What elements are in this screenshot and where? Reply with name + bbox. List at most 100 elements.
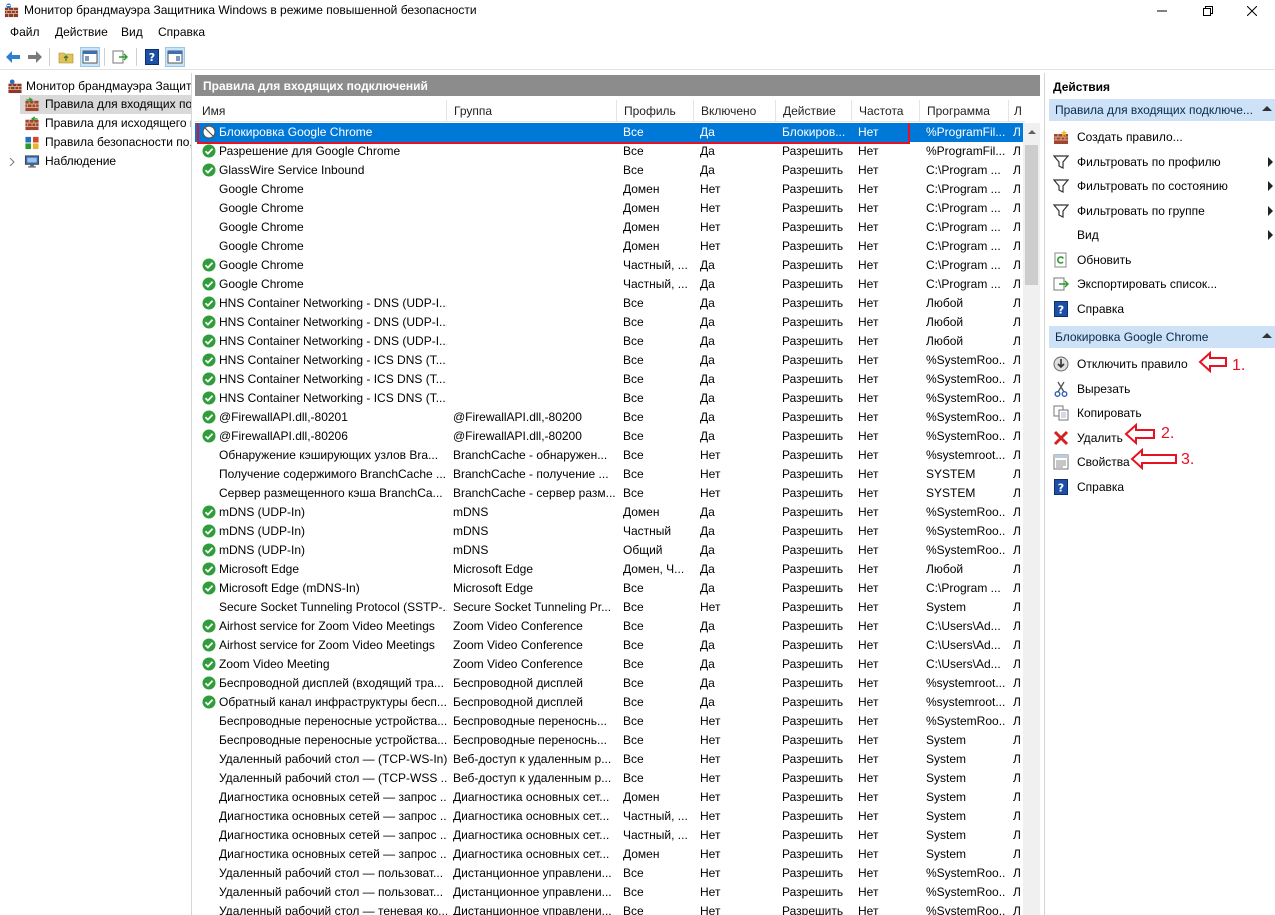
table-row[interactable]: Google Chrome Домен Нет Разрешить Нет C:\Prog…: [195, 180, 1025, 199]
table-row[interactable]: Google Chrome Домен Нет Разрешить Нет C:\Prog…: [195, 237, 1025, 256]
help-action[interactable]: ? Справка: [1049, 475, 1275, 499]
table-row[interactable]: Сервер размещенного кэша BranchCa... Bran…: [195, 484, 1025, 503]
table-row[interactable]: HNS Container Networking - ICS DNS (T...…: [195, 370, 1025, 389]
close-button[interactable]: [1229, 0, 1275, 22]
column-frequency[interactable]: Частота: [852, 100, 920, 122]
table-row[interactable]: Обнаружение кэширующих узлов Bra... Branc…: [195, 446, 1025, 465]
table-row[interactable]: Блокировка Google Chrome Все Да Блокиров...…: [195, 123, 1025, 144]
table-row[interactable]: Беспроводной дисплей (входящий тра... Бес…: [195, 674, 1025, 693]
table-row[interactable]: Диагностика основных сетей — запрос ... Д…: [195, 788, 1025, 807]
menu-help[interactable]: Справка: [158, 25, 205, 39]
table-row[interactable]: Secure Socket Tunneling Protocol (SSTP-.…: [195, 598, 1025, 617]
menu-action[interactable]: Действие: [55, 25, 108, 39]
column-action[interactable]: Действие: [776, 100, 852, 122]
minimize-button[interactable]: [1139, 0, 1185, 22]
up-folder-button[interactable]: [56, 47, 76, 67]
table-row[interactable]: Zoom Video Meeting Zoom Video Conference В…: [195, 655, 1025, 674]
new-rule-action[interactable]: Создать правило...: [1049, 125, 1275, 149]
table-row[interactable]: Диагностика основных сетей — запрос ... Д…: [195, 807, 1025, 826]
table-row[interactable]: Microsoft Edge (mDNS-In) Microsoft Edge Вс…: [195, 579, 1025, 598]
view-action[interactable]: Вид: [1049, 223, 1275, 247]
scroll-up-button[interactable]: [1023, 123, 1040, 140]
delete-icon: [1053, 430, 1069, 445]
cell-enabled: Да: [700, 619, 715, 633]
menu-view[interactable]: Вид: [121, 25, 143, 39]
column-profile[interactable]: Профиль: [617, 100, 694, 122]
table-row[interactable]: HNS Container Networking - DNS (UDP-I...…: [195, 294, 1025, 313]
table-row[interactable]: @FirewallAPI.dll,-80206 @FirewallAPI.dll,…: [195, 427, 1025, 446]
tree-item-monitoring[interactable]: Наблюдение: [0, 152, 191, 171]
rules-table: Блокировка Google Chrome Все Да Блокиров...…: [195, 123, 1025, 915]
table-row[interactable]: Airhost service for Zoom Video Meetings Z…: [195, 617, 1025, 636]
show-hide-action-pane-button[interactable]: [165, 47, 185, 67]
table-row[interactable]: Airhost service for Zoom Video Meetings Z…: [195, 636, 1025, 655]
table-row[interactable]: Получение содержимого BranchCache ... Bra…: [195, 465, 1025, 484]
collapse-caret-icon[interactable]: [1262, 332, 1272, 338]
table-row[interactable]: @FirewallAPI.dll,-80201 @FirewallAPI.dll,…: [195, 408, 1025, 427]
table-row[interactable]: mDNS (UDP-In) mDNS Частный Да Разрешить Нет %S…: [195, 522, 1025, 541]
column-name[interactable]: Имя: [195, 100, 447, 122]
actions-section-header[interactable]: Блокировка Google Chrome: [1049, 326, 1275, 348]
copy-action[interactable]: Копировать: [1049, 401, 1275, 425]
refresh-action[interactable]: Обновить: [1049, 248, 1275, 272]
allow-check-icon: [202, 296, 216, 310]
cell-profile: Все: [623, 334, 644, 348]
table-row[interactable]: Диагностика основных сетей — запрос ... Д…: [195, 845, 1025, 864]
menu-file[interactable]: Файл: [10, 25, 40, 39]
table-row[interactable]: Удаленный рабочий стол — пользоват... Дис…: [195, 883, 1025, 902]
table-row[interactable]: mDNS (UDP-In) mDNS Домен Да Разрешить Нет %Sys…: [195, 503, 1025, 522]
table-row[interactable]: HNS Container Networking - ICS DNS (T...…: [195, 351, 1025, 370]
cut-action[interactable]: Вырезать: [1049, 377, 1275, 401]
table-row[interactable]: Обратный канал инфраструктуры бесп... Бес…: [195, 693, 1025, 712]
help-action[interactable]: ? Справка: [1049, 297, 1275, 321]
table-row[interactable]: Google Chrome Домен Нет Разрешить Нет C:\Prog…: [195, 199, 1025, 218]
cell-local-address: Л: [1013, 733, 1021, 747]
table-row[interactable]: mDNS (UDP-In) mDNS Общий Да Разрешить Нет %Sys…: [195, 541, 1025, 560]
table-row[interactable]: HNS Container Networking - ICS DNS (T...…: [195, 389, 1025, 408]
show-hide-console-tree-button[interactable]: [80, 47, 100, 67]
export-list-button[interactable]: [110, 47, 130, 67]
table-row[interactable]: Удаленный рабочий стол — теневая ко... Ди…: [195, 902, 1025, 915]
forward-button[interactable]: [25, 47, 45, 67]
table-row[interactable]: Удаленный рабочий стол — (TCP-WSS ... Веб…: [195, 769, 1025, 788]
column-enabled[interactable]: Включено: [694, 100, 776, 122]
export-list-action[interactable]: Экспортировать список...: [1049, 272, 1275, 296]
column-local-address[interactable]: Л: [1009, 100, 1025, 122]
filter-by-state-action[interactable]: Фильтровать по состоянию: [1049, 174, 1275, 198]
vertical-scrollbar[interactable]: [1023, 123, 1040, 915]
submenu-arrow-icon: [1268, 156, 1273, 167]
column-program[interactable]: Программа: [920, 100, 1009, 122]
filter-by-profile-action[interactable]: Фильтровать по профилю: [1049, 150, 1275, 174]
collapse-caret-icon[interactable]: [1262, 105, 1272, 111]
tree-item-security-rules[interactable]: Правила безопасности по,: [20, 133, 191, 152]
cell-profile: Домен: [623, 505, 660, 519]
table-row[interactable]: Google Chrome Домен Нет Разрешить Нет C:\Prog…: [195, 218, 1025, 237]
maximize-button[interactable]: [1185, 0, 1231, 22]
back-button[interactable]: [3, 47, 23, 67]
cell-name: Удаленный рабочий стол — (TCP-WSS ...: [219, 771, 447, 785]
table-row[interactable]: Удаленный рабочий стол — пользоват... Дис…: [195, 864, 1025, 883]
table-row[interactable]: Google Chrome Частный, ... Да Разрешить Нет C…: [195, 256, 1025, 275]
cell-name: Google Chrome: [219, 201, 304, 215]
help-button[interactable]: ?: [142, 47, 162, 67]
cell-local-address: Л: [1013, 657, 1021, 671]
restore-icon: [1203, 6, 1213, 16]
tree-item-root[interactable]: Монитор брандмауэра Защит: [0, 77, 191, 96]
tree-item-inbound-rules[interactable]: Правила для входящих по: [20, 95, 191, 114]
chevron-right-icon[interactable]: [9, 158, 15, 166]
tree-item-outbound-rules[interactable]: Правила для исходящего п: [20, 114, 191, 133]
table-row[interactable]: Беспроводные переносные устройства... Бес…: [195, 712, 1025, 731]
table-row[interactable]: Google Chrome Частный, ... Да Разрешить Нет C…: [195, 275, 1025, 294]
table-row[interactable]: Разрешение для Google Chrome Все Да Разреши…: [195, 142, 1025, 161]
scroll-thumb[interactable]: [1025, 145, 1038, 285]
table-row[interactable]: Беспроводные переносные устройства... Бес…: [195, 731, 1025, 750]
actions-section-header[interactable]: Правила для входящих подключе...: [1049, 99, 1275, 121]
table-row[interactable]: GlassWire Service Inbound Все Да Разрешить Н…: [195, 161, 1025, 180]
filter-by-group-action[interactable]: Фильтровать по группе: [1049, 199, 1275, 223]
table-row[interactable]: Диагностика основных сетей — запрос ... Д…: [195, 826, 1025, 845]
table-row[interactable]: HNS Container Networking - DNS (UDP-I...…: [195, 332, 1025, 351]
column-group[interactable]: Группа: [447, 100, 617, 122]
table-row[interactable]: Microsoft Edge Microsoft Edge Домен, Ч... Д…: [195, 560, 1025, 579]
table-row[interactable]: HNS Container Networking - DNS (UDP-I...…: [195, 313, 1025, 332]
table-row[interactable]: Удаленный рабочий стол — (TCP-WS-In) Веб-…: [195, 750, 1025, 769]
